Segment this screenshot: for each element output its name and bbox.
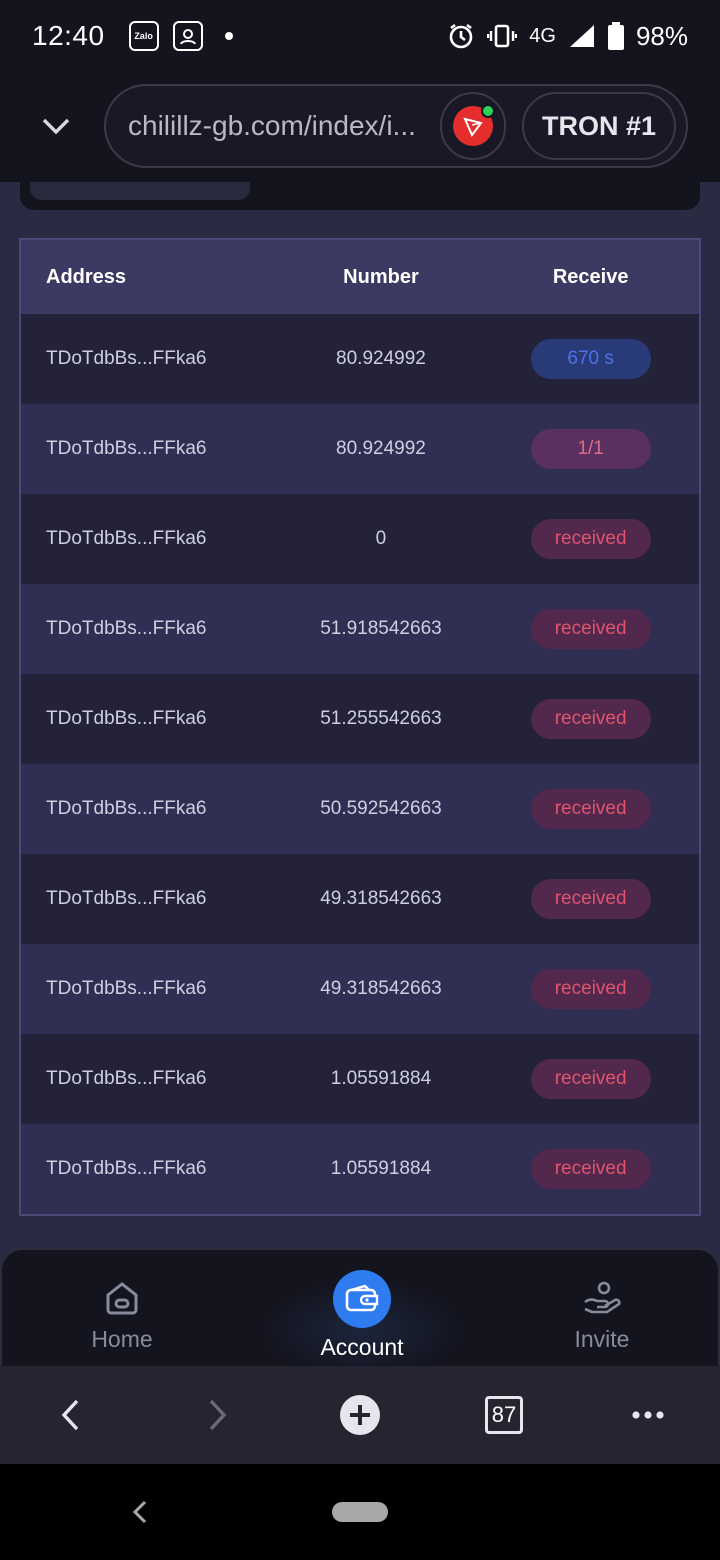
battery-percent: 98% xyxy=(635,20,688,51)
wallet-icon xyxy=(333,1270,391,1328)
row-address: TDoTdbBs...FFka6 xyxy=(46,978,207,999)
row-address: TDoTdbBs...FFka6 xyxy=(46,618,207,639)
table-row: TDoTdbBs...FFka6 50.592542663 received xyxy=(21,764,699,854)
more-options-icon[interactable] xyxy=(623,1390,673,1440)
table-row: TDoTdbBs...FFka6 0 received xyxy=(21,494,699,584)
row-receive-cell: received xyxy=(482,969,699,1009)
new-tab-plus-icon[interactable] xyxy=(335,1390,385,1440)
chevron-down-icon[interactable] xyxy=(36,106,76,146)
row-receive-cell: received xyxy=(482,609,699,649)
table-header: Address Number Receive xyxy=(21,240,699,314)
row-number: 80.924992 xyxy=(336,348,426,369)
table-row: TDoTdbBs...FFka6 49.318542663 received xyxy=(21,944,699,1034)
row-number: 1.05591884 xyxy=(330,1158,432,1179)
url-text[interactable]: chilillz-gb.com/index/i... xyxy=(128,110,428,142)
row-address: TDoTdbBs...FFka6 xyxy=(46,888,207,909)
status-time: 12:40 xyxy=(32,20,105,51)
row-address: TDoTdbBs...FFka6 xyxy=(46,348,207,369)
records-table: Address Number Receive TDoTdbBs...FFka6 8… xyxy=(19,238,701,1216)
row-receive-cell: received xyxy=(482,1059,699,1099)
receive-status-badge: received xyxy=(530,879,651,919)
receive-status-badge[interactable]: 1/1 xyxy=(530,429,651,469)
browser-url-area: chilillz-gb.com/index/i... TRON #1 xyxy=(0,72,720,182)
receive-status-badge[interactable]: 670 s xyxy=(530,339,651,379)
receive-status-badge: received xyxy=(530,1149,651,1189)
row-address: TDoTdbBs...FFka6 xyxy=(46,1158,207,1179)
top-card-tab xyxy=(30,182,250,200)
header-number: Number xyxy=(343,265,419,288)
row-receive-cell: received xyxy=(482,1149,699,1189)
nav-account[interactable]: Account xyxy=(242,1250,482,1368)
row-number: 0 xyxy=(375,528,387,549)
invite-hand-icon xyxy=(582,1278,622,1318)
battery-icon xyxy=(607,22,624,50)
notification-dot-icon xyxy=(224,32,233,40)
table-row: TDoTdbBs...FFka6 80.924992 670 s xyxy=(21,314,699,404)
table-row: TDoTdbBs...FFka6 51.255542663 received xyxy=(21,674,699,764)
row-address: TDoTdbBs...FFka6 xyxy=(46,798,207,819)
page-content: Address Number Receive TDoTdbBs...FFka6 8… xyxy=(0,182,720,1366)
signal-icon xyxy=(568,23,596,49)
row-number: 49.318542663 xyxy=(320,978,442,999)
nav-home-label: Home xyxy=(91,1326,153,1352)
row-address: TDoTdbBs...FFka6 xyxy=(46,438,207,459)
row-receive-cell: received xyxy=(482,519,699,559)
row-address: TDoTdbBs...FFka6 xyxy=(46,528,207,549)
receive-status-badge: received xyxy=(530,969,651,1009)
vibrate-icon xyxy=(487,23,518,49)
receive-status-badge: received xyxy=(530,1059,651,1099)
row-number: 50.592542663 xyxy=(320,798,442,819)
row-receive-cell: received xyxy=(482,789,699,829)
table-row: TDoTdbBs...FFka6 49.318542663 received xyxy=(21,854,699,944)
nav-home[interactable]: Home xyxy=(2,1250,242,1368)
tabs-button[interactable]: 87 xyxy=(479,1390,529,1440)
browser-toolbar: 87 xyxy=(0,1366,720,1464)
system-back-icon[interactable] xyxy=(130,1498,150,1526)
avatar-app-icon xyxy=(172,21,203,51)
receive-status-badge: received xyxy=(530,699,651,739)
header-receive: Receive xyxy=(552,265,629,288)
network-type: 4G xyxy=(529,24,556,47)
status-bar: 12:40 Zalo 4G 98% xyxy=(0,0,720,72)
table-body: TDoTdbBs...FFka6 80.924992 670 s TDoTdbBs..… xyxy=(21,314,699,1214)
row-number: 51.918542663 xyxy=(320,618,442,639)
top-card xyxy=(20,182,700,210)
nav-invite[interactable]: Invite xyxy=(482,1250,720,1368)
row-receive-cell: 1/1 xyxy=(482,429,699,469)
nav-invite-label: Invite xyxy=(574,1326,630,1352)
row-number: 51.255542663 xyxy=(320,708,442,729)
row-receive-cell: 670 s xyxy=(482,339,699,379)
zalo-app-icon: Zalo xyxy=(128,21,159,51)
status-app-icons: Zalo xyxy=(128,21,233,51)
row-number: 80.924992 xyxy=(336,438,426,459)
table-row: TDoTdbBs...FFka6 1.05591884 received xyxy=(21,1034,699,1124)
nav-account-label: Account xyxy=(320,1334,404,1360)
system-nav-bar xyxy=(0,1464,720,1560)
table-row: TDoTdbBs...FFka6 51.918542663 received xyxy=(21,584,699,674)
receive-status-badge: received xyxy=(530,789,651,829)
receive-status-badge: received xyxy=(530,609,651,649)
row-address: TDoTdbBs...FFka6 xyxy=(46,708,207,729)
back-icon[interactable] xyxy=(47,1390,97,1440)
connected-status-dot xyxy=(481,104,495,118)
receive-status-badge: received xyxy=(530,519,651,559)
home-icon xyxy=(102,1278,142,1318)
system-home-pill[interactable] xyxy=(332,1502,388,1522)
row-receive-cell: received xyxy=(482,879,699,919)
alarm-icon xyxy=(447,22,475,50)
row-number: 49.318542663 xyxy=(320,888,442,909)
row-number: 1.05591884 xyxy=(330,1068,432,1089)
row-address: TDoTdbBs...FFka6 xyxy=(46,1068,207,1089)
address-bar[interactable]: chilillz-gb.com/index/i... TRON #1 xyxy=(104,84,688,168)
table-row: TDoTdbBs...FFka6 80.924992 1/1 xyxy=(21,404,699,494)
forward-icon[interactable] xyxy=(191,1390,241,1440)
table-row: TDoTdbBs...FFka6 1.05591884 received xyxy=(21,1124,699,1214)
tron-network-button[interactable] xyxy=(440,92,506,160)
header-address: Address xyxy=(46,265,127,288)
tron-logo-icon xyxy=(453,104,495,146)
tabs-count: 87 xyxy=(485,1396,523,1434)
row-receive-cell: received xyxy=(482,699,699,739)
app-bottom-nav: Home Account Invite xyxy=(0,1248,720,1380)
wallet-account-button[interactable]: TRON #1 xyxy=(522,92,676,160)
